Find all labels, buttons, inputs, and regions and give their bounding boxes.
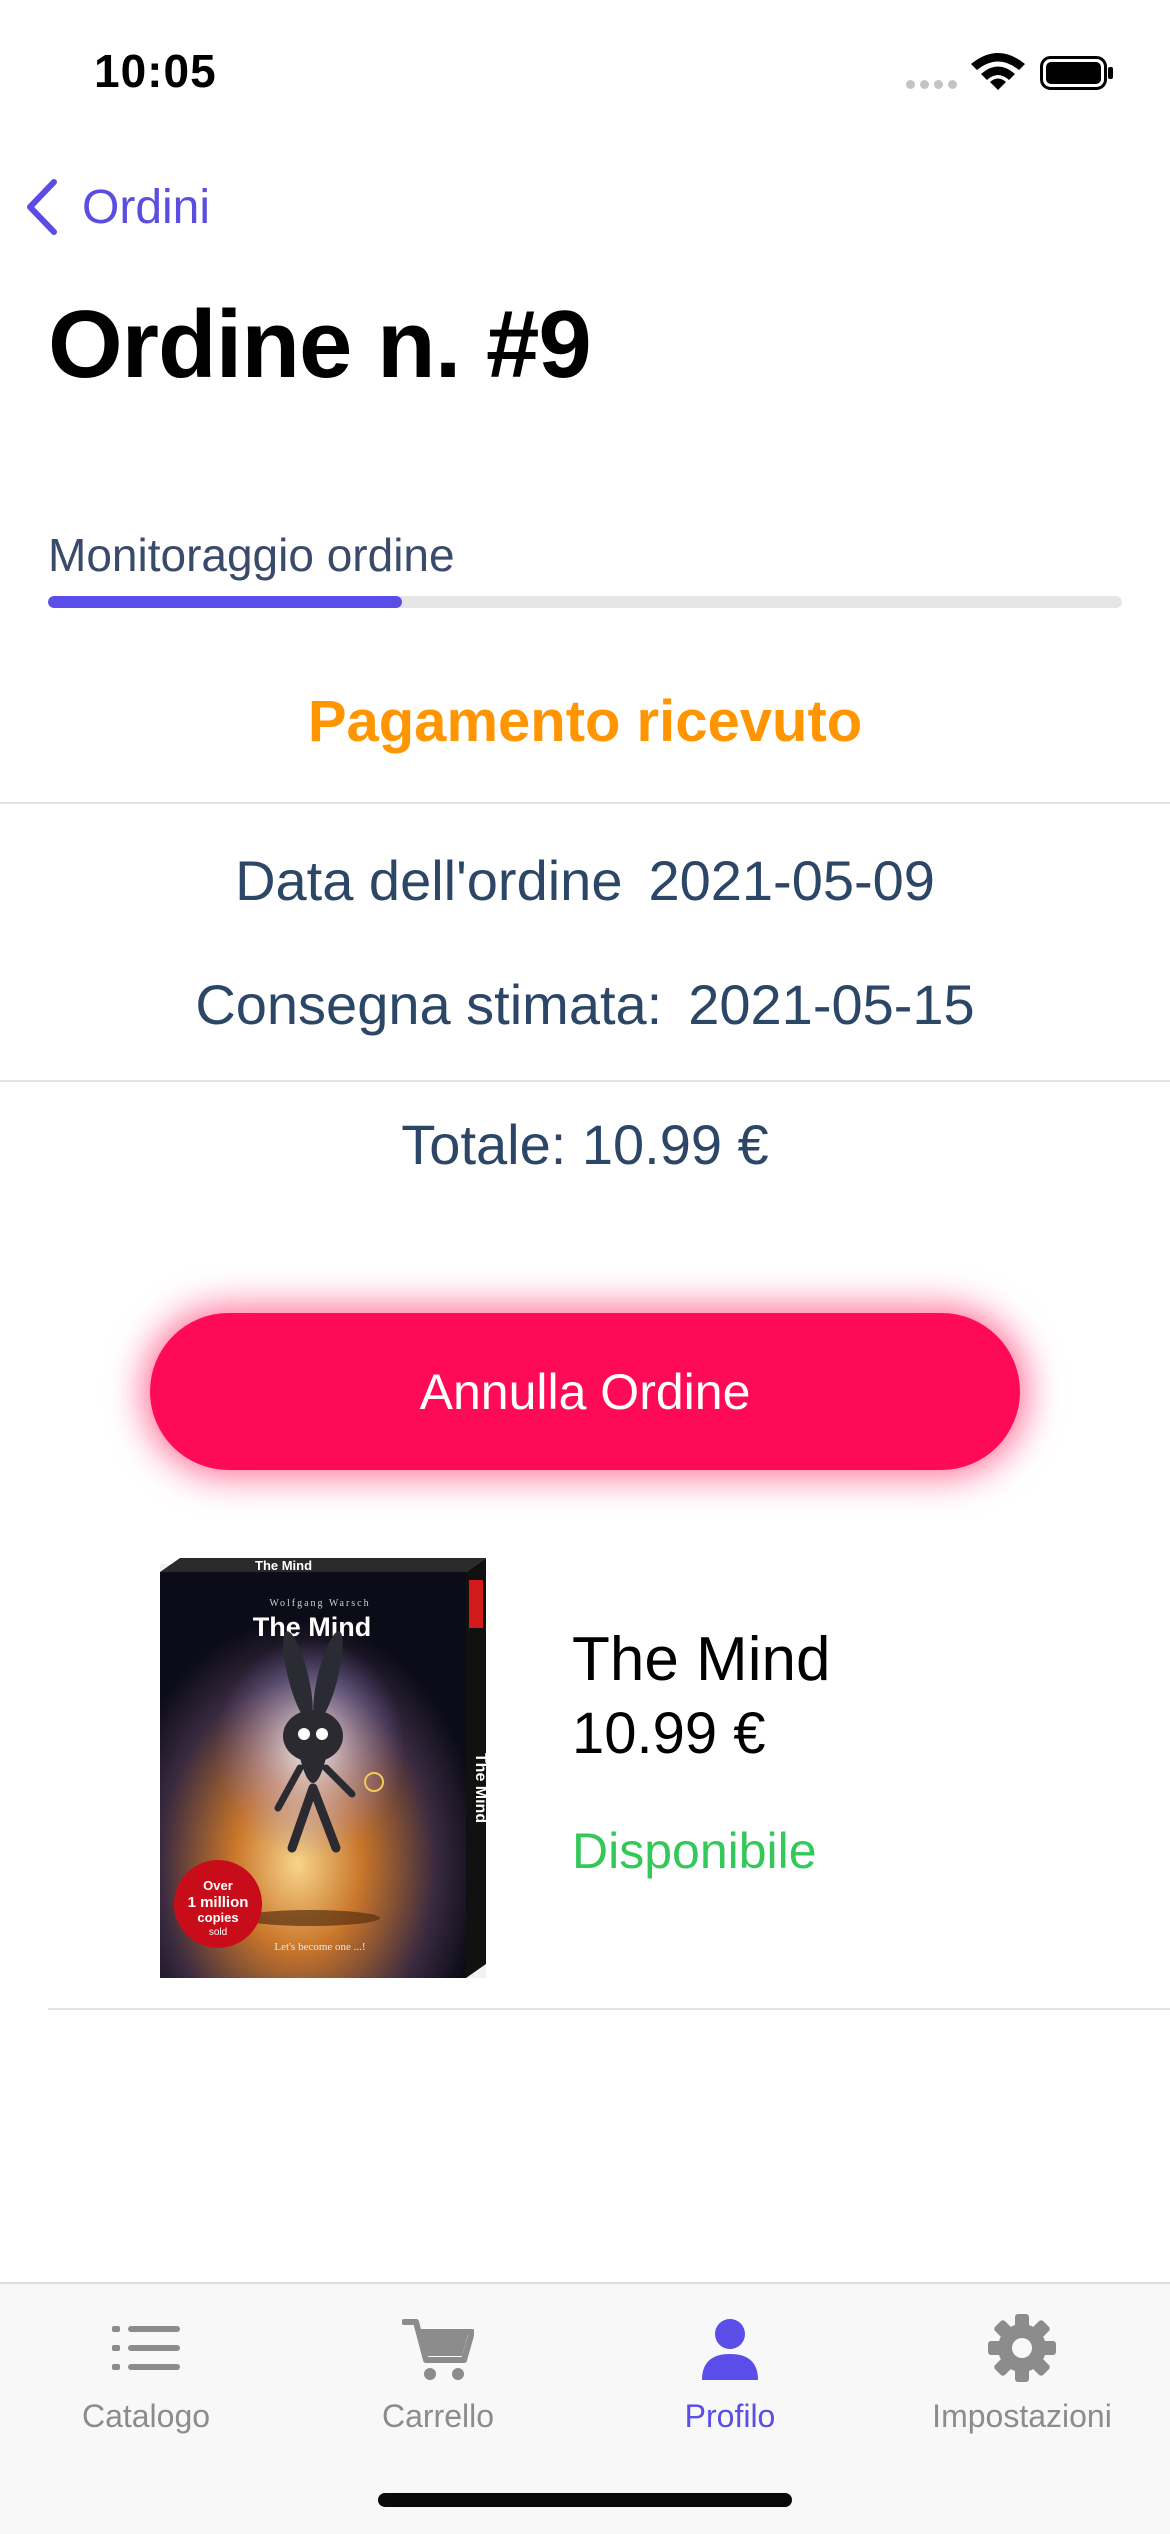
cellular-signal-icon (906, 80, 958, 92)
tab-label: Catalogo (81, 2398, 211, 2434)
delivery-date-value: 2021-05-15 (688, 973, 975, 1036)
product-availability: Disponibile (572, 1823, 817, 1879)
wifi-icon (971, 53, 1025, 90)
order-date-value: 2021-05-09 (648, 849, 935, 912)
tab-carrello[interactable]: Carrello (292, 2312, 584, 2435)
product-name: The Mind (572, 1625, 831, 1694)
tab-catalogo[interactable]: Catalogo (0, 2312, 292, 2435)
cancel-order-button[interactable]: Annulla Ordine (150, 1313, 1020, 1470)
status-time: 10:05 (94, 45, 217, 97)
back-label: Ordini (82, 180, 211, 234)
tab-profilo[interactable]: Profilo (584, 2312, 876, 2435)
box-spine-text: The Mind (472, 1753, 486, 1823)
person-icon (702, 2319, 758, 2380)
box-author-text: Wolfgang Warsch (269, 1598, 370, 1609)
divider (48, 2008, 1170, 2010)
list-icon (112, 2326, 180, 2370)
battery-icon (1040, 56, 1113, 90)
order-progress-fill (48, 596, 403, 608)
chevron-left-icon (27, 179, 57, 235)
box-badge-text: copies (197, 1910, 238, 1925)
order-total: Totale: 10.99 € (401, 1113, 769, 1176)
order-date-label: Data dell'ordine (235, 849, 623, 912)
order-date-row: Data dell'ordine 2021-05-09 (0, 848, 1170, 913)
box-tagline-text: Let's become one ...! (274, 1941, 365, 1953)
tab-label: Carrello (381, 2398, 495, 2434)
box-top-text: The Mind (255, 1558, 312, 1573)
gear-icon (988, 2314, 1056, 2382)
box-title-text: The Mind (253, 1612, 371, 1642)
box-badge-text: Over (203, 1878, 233, 1893)
product-image[interactable]: The Mind Wolfgang Warsch The Mind Over 1… (160, 1558, 486, 1978)
box-badge-text: 1 million (188, 1894, 249, 1911)
delivery-date-row: Consegna stimata: 2021-05-15 (0, 972, 1170, 1037)
divider (0, 802, 1170, 804)
back-button[interactable]: Ordini (22, 172, 210, 242)
box-badge-text: sold (209, 1927, 227, 1938)
delivery-date-label: Consegna stimata: (195, 973, 663, 1036)
product-price: 10.99 € (572, 1701, 766, 1766)
divider (0, 1080, 1170, 1082)
tab-impostazioni[interactable]: Impostazioni (876, 2312, 1168, 2435)
cart-icon (402, 2319, 474, 2380)
home-indicator (378, 2493, 792, 2507)
order-progress-bar (48, 596, 1122, 608)
tab-label: Impostazioni (932, 2398, 1112, 2434)
order-status: Pagamento ricevuto (307, 689, 863, 754)
page-title: Ordine n. #9 (48, 291, 592, 398)
tab-label: Profilo (684, 2398, 776, 2434)
tracking-label: Monitoraggio ordine (48, 529, 455, 581)
